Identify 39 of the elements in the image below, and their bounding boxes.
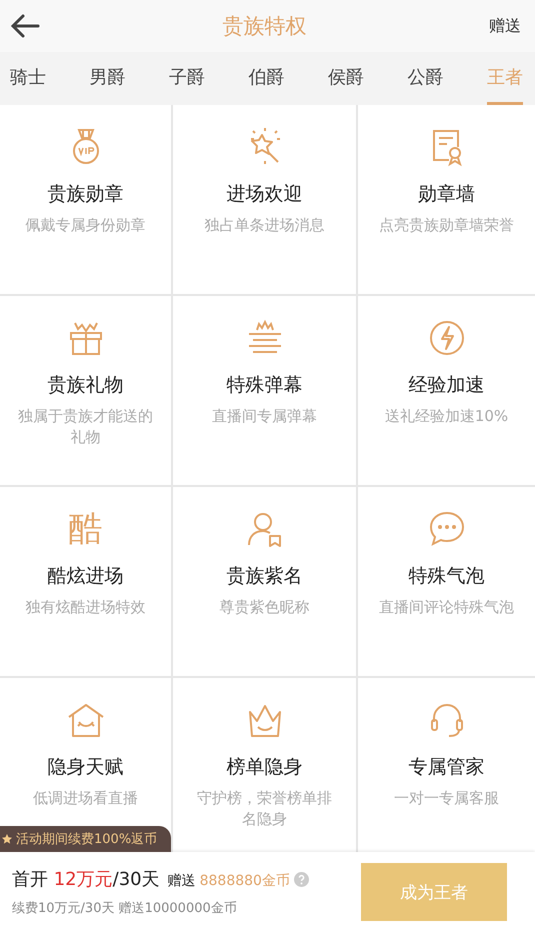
rank-tab[interactable]: 子爵 <box>169 52 205 105</box>
glyph-icon: 酷 <box>66 509 106 549</box>
privilege-description: 守护榜，荣誉榜单排名隐身 <box>196 788 333 830</box>
privilege-description: 送礼经验加速10% <box>384 406 510 427</box>
privilege-description: 点亮贵族勋章墙荣誉 <box>378 215 515 236</box>
privilege-description: 独占单条进场消息 <box>204 215 326 236</box>
back-arrow-icon[interactable] <box>10 13 40 39</box>
privilege-title: 特殊弹幕 <box>226 373 302 398</box>
privilege-title: 进场欢迎 <box>226 182 302 207</box>
privilege-description: 直播间专属弹幕 <box>211 406 318 427</box>
privilege-description: 直播间评论特殊气泡 <box>378 597 515 618</box>
gift-button[interactable]: 赠送 <box>489 16 521 36</box>
privilege-description: 佩戴专属身份勋章 <box>24 215 146 236</box>
privilege-title: 专属管家 <box>408 755 484 780</box>
privilege-title: 贵族礼物 <box>48 373 124 398</box>
privilege-title: 榜单隐身 <box>226 755 302 780</box>
rank-tab[interactable]: 骑士 <box>10 52 46 105</box>
privilege-description: 一对一专属客服 <box>393 788 500 809</box>
rank-tab[interactable]: 伯爵 <box>248 52 284 105</box>
privilege-title: 勋章墙 <box>418 182 475 207</box>
promo-banner: 活动期间续费100%返币 <box>0 826 172 852</box>
rank-tab[interactable]: 侯爵 <box>328 52 364 105</box>
privilege-description: 尊贵紫色昵称 <box>218 597 310 618</box>
price-text: 首开 12万元/30天 <box>12 868 160 891</box>
privilege-title: 贵族紫名 <box>226 564 302 589</box>
privilege-description: 独有炫酷进场特效 <box>24 597 146 618</box>
renew-text: 续费10万元/30天 赠送10000000金币 <box>12 900 238 917</box>
gift-label: 赠送 <box>168 872 196 890</box>
privilege-description: 低调进场看直播 <box>32 788 139 809</box>
privilege-title: 贵族勋章 <box>48 182 124 207</box>
rank-tab[interactable]: 公爵 <box>408 52 444 105</box>
gift-coins: 8888880金币 <box>200 872 290 890</box>
rank-tab[interactable]: 男爵 <box>90 52 126 105</box>
privilege-title: 隐身天赋 <box>48 755 124 780</box>
privilege-title: 特殊气泡 <box>408 564 484 589</box>
privilege-title: 酷炫进场 <box>48 564 124 589</box>
privilege-description: 独属于贵族才能送的礼物 <box>17 406 154 448</box>
privilege-title: 经验加速 <box>408 373 484 398</box>
page-title: 贵族特权 <box>222 13 306 40</box>
